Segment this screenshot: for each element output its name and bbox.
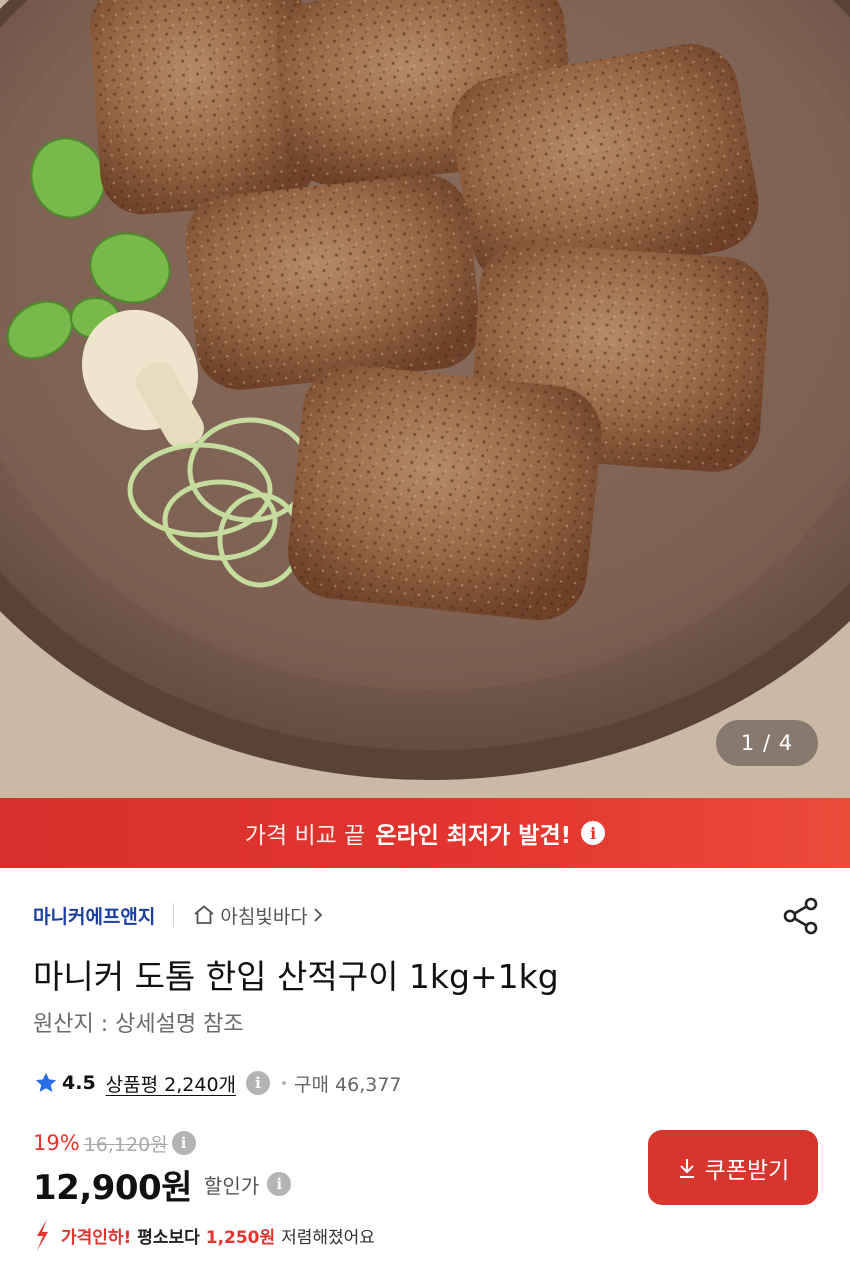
price-drop-prefix: 가격인하! bbox=[61, 1227, 132, 1248]
image-page-indicator: 1 / 4 bbox=[716, 720, 818, 766]
price-drop-amount: 1,250원 bbox=[205, 1227, 276, 1248]
discount-rate: 19% bbox=[33, 1131, 80, 1155]
sale-price: 12,900원 bbox=[33, 1167, 192, 1208]
review-count-link[interactable]: 상품평 2,240개 bbox=[106, 1070, 236, 1097]
brand-link[interactable]: 마니커에프앤지 bbox=[33, 902, 155, 929]
info-icon[interactable]: i bbox=[171, 1131, 196, 1155]
discount-row: 19% 16,120원 i bbox=[33, 1128, 196, 1158]
store-link[interactable]: 아침빛바다 bbox=[192, 902, 323, 929]
chevron-right-icon bbox=[314, 908, 323, 922]
product-title: 마니커 도톰 한입 산적구이 1kg+1kg bbox=[33, 957, 559, 996]
info-icon[interactable]: i bbox=[246, 1071, 271, 1095]
home-icon bbox=[194, 905, 214, 924]
price-drop-suffix: 저렴해졌어요 bbox=[281, 1227, 375, 1248]
divider bbox=[173, 903, 175, 927]
banner-highlight: 온라인 최저가 발견! bbox=[375, 823, 572, 849]
banner-prefix: 가격 비교 끝 bbox=[244, 823, 366, 849]
product-image[interactable]: 1 / 4 bbox=[0, 0, 850, 798]
share-icon[interactable] bbox=[782, 896, 820, 936]
sale-price-label: 할인가 bbox=[203, 1173, 260, 1198]
download-icon bbox=[679, 1158, 694, 1178]
store-name: 아침빛바다 bbox=[220, 905, 308, 928]
price-drop-text: 가격인하! 평소보다 1,250원 저렴해졌어요 bbox=[61, 1223, 375, 1248]
star-icon bbox=[35, 1072, 57, 1092]
rating-score: 4.5 bbox=[62, 1072, 96, 1094]
info-icon[interactable]: i bbox=[581, 821, 606, 845]
purchase-count: 구매 46,377 bbox=[294, 1073, 402, 1096]
seller-row: 마니커에프앤지 아침빛바다 bbox=[33, 898, 324, 932]
info-icon[interactable]: i bbox=[267, 1172, 292, 1196]
lowest-price-banner[interactable]: 가격 비교 끝 온라인 최저가 발견! i bbox=[0, 798, 850, 868]
rating-row: 4.5 상품평 2,240개 i 구매 46,377 bbox=[33, 1066, 402, 1100]
coupon-label: 쿠폰받기 bbox=[704, 1156, 790, 1183]
coupon-download-button[interactable]: 쿠폰받기 bbox=[648, 1130, 818, 1205]
price-row: 12,900원 할인가 i bbox=[33, 1160, 292, 1208]
original-price: 16,120원 bbox=[83, 1133, 168, 1156]
product-origin: 원산지 : 상세설명 참조 bbox=[33, 1012, 244, 1037]
price-down-arrow-icon bbox=[37, 1219, 48, 1251]
product-photo-illustration bbox=[0, 0, 850, 798]
price-drop-middle: 평소보다 bbox=[137, 1227, 200, 1248]
price-drop-notice: 가격인하! 평소보다 1,250원 저렴해졌어요 bbox=[33, 1218, 375, 1252]
separator-dot bbox=[282, 1081, 287, 1085]
